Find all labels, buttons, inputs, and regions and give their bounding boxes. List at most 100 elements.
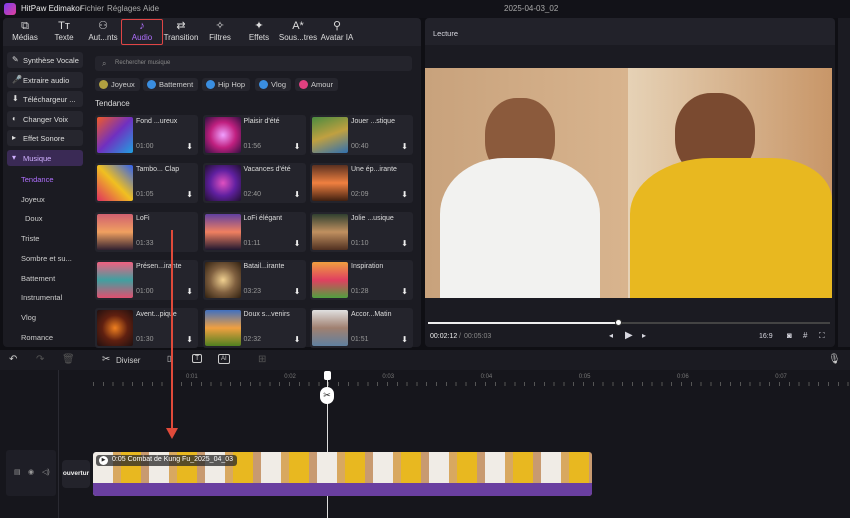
save-icon[interactable]: ▤ [14,468,21,476]
download-icon[interactable]: ⬇ [294,239,301,248]
download-icon[interactable]: ⬇ [294,335,301,344]
add-icon[interactable]: ⊞ [258,354,266,365]
filter-icon: ✧ [215,20,225,32]
effects-icon: ✦ [254,20,264,32]
split-icon[interactable]: ✂ [102,354,110,365]
menu-fichier[interactable]: Fichier [80,4,104,13]
audio-icon[interactable]: ◁) [42,468,50,476]
chip-amour[interactable]: Amour [295,78,339,91]
chip-joyeux[interactable]: Joyeux [95,78,140,91]
download-icon[interactable]: ⬇ [186,287,193,296]
chip-vlog[interactable]: Vlog [255,78,292,91]
track-card[interactable]: Fond ...ureux 01:00 ⬇ [95,115,198,155]
time-ruler[interactable] [93,382,850,386]
video-clip[interactable]: ▶ 0:05 Combat de Kung Fu_2025_04_03 [93,452,592,496]
track-card[interactable]: LoFi élégant 01:11 ⬇ [202,211,306,252]
snapshot-icon[interactable]: ◙ [787,331,792,340]
tab-mdias[interactable]: ⧉ Médias [4,20,46,42]
track-card[interactable]: Vacances d'été 02:40 ⬇ [202,163,306,204]
tab-audio[interactable]: ♪ Audio [121,19,163,45]
music-category[interactable]: Joyeux [21,195,45,204]
download-icon[interactable]: ⬇ [401,239,408,248]
video-frame[interactable] [425,68,832,298]
undo-icon[interactable]: ↶ [9,354,17,365]
menu-reglages[interactable]: Réglages [107,4,141,13]
download-icon[interactable]: ⬇ [401,287,408,296]
redo-icon[interactable]: ↷ [36,354,44,365]
app-logo [4,3,16,15]
track-card[interactable]: Jolie ...usique 01:10 ⬇ [310,211,413,252]
progress-handle[interactable] [615,319,622,326]
download-icon[interactable]: ⬇ [186,142,193,151]
download-icon[interactable]: ⬇ [401,190,408,199]
sidebar-item[interactable]: ◐ Changer Voix [7,110,83,127]
download-icon[interactable]: ⬇ [186,335,193,344]
next-frame-icon[interactable]: ▸ [642,331,646,340]
play-icon[interactable]: ▶ [625,330,633,341]
music-category[interactable]: Triste [21,234,39,243]
track-card[interactable]: Doux s...venirs 02:32 ⬇ [202,308,306,349]
sidebar-item[interactable]: ▸ Effet Sonore [7,130,83,147]
sidebar-item[interactable]: ▾ Musique [7,150,83,166]
total-time: 00:05:03 [464,333,492,340]
music-category[interactable]: Romance [21,333,53,342]
tab-label: Texte [54,33,74,42]
track-title: LoFi [136,214,150,222]
track-title: Doux s...venirs [243,311,290,319]
sidebar-icon: 🎤 [12,74,22,84]
download-icon[interactable]: ⬇ [401,335,408,344]
fullscreen-icon[interactable]: ⛶ [819,331,825,341]
track-duration: 00:40 [351,143,369,150]
track-card[interactable]: Inspiration 01:28 ⬇ [310,259,413,300]
aspect-ratio-select[interactable]: 16:9 [759,333,773,340]
download-icon[interactable]: ⬇ [401,142,408,151]
sidebar-icon: ◐ [12,113,17,123]
download-icon[interactable]: ⬇ [186,190,193,199]
track-card[interactable]: Tambo... Clap 01:05 ⬇ [95,163,198,204]
music-category[interactable]: Doux [25,214,43,223]
track-card[interactable]: Une ép...irante 02:09 ⬇ [310,163,413,204]
clip-play-icon[interactable]: ▶ [99,456,108,465]
sidebar-item[interactable]: ⬇ Téléchargeur ... [7,91,83,108]
split-playhead-icon[interactable]: ✂ [320,387,334,404]
track-card[interactable]: Plaisir d'été 01:56 ⬇ [202,115,306,155]
sidebar-item[interactable]: ✎ Synthèse Vocale [7,52,83,68]
sidebar-item[interactable]: 🎤 Extraire audio [7,71,83,88]
music-note-icon: ♪ [139,20,145,32]
search-input[interactable]: ⌕ Rechercher musique [95,56,412,71]
music-category[interactable]: Sombre et su... [21,254,72,263]
menu-aide[interactable]: Aide [143,4,159,13]
download-icon[interactable]: ⬇ [294,287,301,296]
prev-frame-icon[interactable]: ◂ [609,331,613,340]
sidebar-icon: ▾ [12,153,17,162]
download-icon[interactable]: ⬇ [294,142,301,151]
tab-effets[interactable]: ✦ Effets [238,20,280,42]
music-category[interactable]: Vlog [21,313,36,322]
tab-soustres[interactable]: A* Sous...tres [277,20,319,42]
microphone-icon[interactable]: 🎙 [828,354,841,365]
delete-icon[interactable]: 🗑 [62,354,75,365]
chip-hiphop[interactable]: Hip Hop [202,78,251,91]
split-button[interactable]: Diviser [116,356,140,365]
track-thumbnail [312,165,348,202]
text-tool-icon[interactable]: T [192,354,203,363]
music-category[interactable]: Tendance [21,175,54,184]
grid-icon[interactable]: # [803,331,807,340]
track-card[interactable]: Batail...irante 03:23 ⬇ [202,259,306,300]
track-card[interactable]: Accor...Matin 01:51 ⬇ [310,308,413,349]
track-card[interactable]: Jouer ...stique 00:40 ⬇ [310,115,413,155]
tab-autnts[interactable]: ⚇ Aut...nts [82,20,124,42]
visibility-icon[interactable]: ◉ [28,468,34,476]
music-category[interactable]: Instrumental [21,293,62,302]
ai-tool-icon[interactable]: AI [218,354,230,364]
clip-audio-wave [93,483,592,496]
tab-avataria[interactable]: ⚲ Avatar IA [316,20,358,42]
music-category[interactable]: Battement [21,274,55,283]
chip-battement[interactable]: Battement [143,78,199,91]
tab-texte[interactable]: Tт Texte [43,20,85,42]
chip-icon [99,80,108,89]
download-icon[interactable]: ⬇ [294,190,301,199]
playhead-handle[interactable] [324,371,331,380]
tab-filtres[interactable]: ✧ Filtres [199,20,241,42]
tab-transition[interactable]: ⇄ Transition [160,20,202,42]
